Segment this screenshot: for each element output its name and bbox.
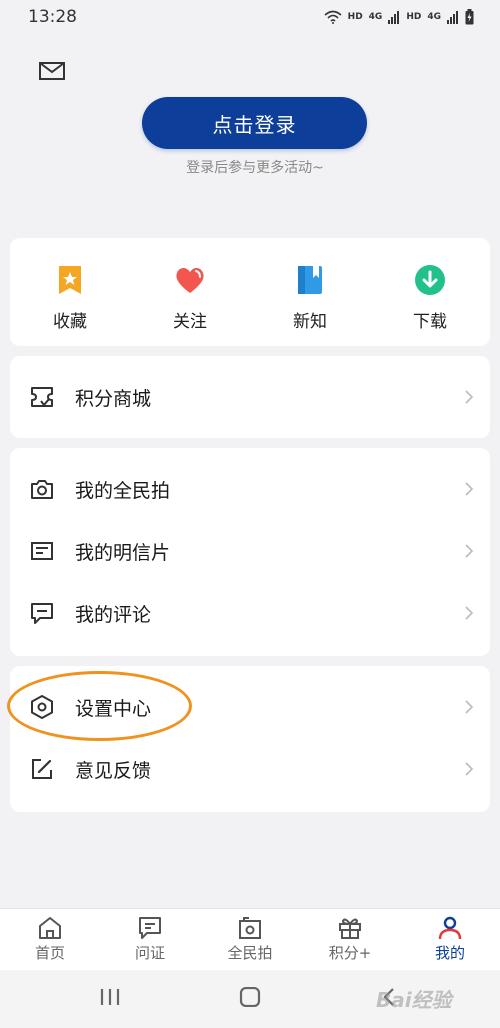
points-mall-icon <box>31 387 53 407</box>
menu-item-settings[interactable]: 设置中心 <box>10 676 490 738</box>
status-icons: HD 4G HD 4G <box>324 9 474 25</box>
quick-item-label: 下载 <box>413 312 447 332</box>
bottom-tab-bar: 首页 问证 全民拍 积分+ 我的 <box>0 908 500 970</box>
network-badge-2: 4G <box>427 12 441 22</box>
favorite-star-icon <box>59 266 81 294</box>
hd-badge-2: HD <box>406 12 422 22</box>
settings-hexagon-icon <box>31 695 53 719</box>
heart-icon <box>176 267 204 293</box>
camera-icon <box>31 480 53 499</box>
battery-icon <box>465 9 474 25</box>
menu-item-feedback[interactable]: 意见反馈 <box>10 738 490 800</box>
quick-item-label: 关注 <box>173 312 207 332</box>
tab-points[interactable]: 积分+ <box>300 909 400 970</box>
chevron-right-icon <box>465 606 474 620</box>
mail-icon[interactable] <box>38 60 66 82</box>
download-icon <box>415 265 445 295</box>
menu-item-points-mall[interactable]: 积分商城 <box>10 366 490 428</box>
comment-icon <box>31 603 53 624</box>
tab-label: 我的 <box>434 944 465 962</box>
menu-item-label: 意见反馈 <box>75 759 152 782</box>
menu-item-my-photos[interactable]: 我的全民拍 <box>10 458 490 520</box>
tab-label: 问证 <box>134 944 165 962</box>
network-badge-1: 4G <box>368 12 383 22</box>
chevron-right-icon <box>465 482 474 496</box>
quick-item-follow[interactable]: 关注 <box>130 238 250 346</box>
chat-flag-icon <box>139 917 161 939</box>
quick-item-label: 收藏 <box>53 312 87 332</box>
tab-home[interactable]: 首页 <box>0 909 100 970</box>
tab-citizen-photo[interactable]: 全民拍 <box>200 909 300 970</box>
settings-card: 设置中心 意见反馈 <box>10 666 490 812</box>
chevron-right-icon <box>465 700 474 714</box>
menu-item-label: 我的明信片 <box>75 541 171 564</box>
signal-icon <box>388 11 400 24</box>
recent-apps-icon[interactable] <box>99 987 121 1007</box>
my-content-card: 我的全民拍 我的明信片 我的评论 <box>10 448 490 656</box>
quick-item-new-knowledge[interactable]: 新知 <box>250 238 370 346</box>
hd-badge-1: HD <box>347 12 363 22</box>
menu-item-label: 设置中心 <box>75 697 152 720</box>
feedback-edit-icon <box>32 759 52 779</box>
chevron-right-icon <box>465 544 474 558</box>
signal-icon <box>447 11 458 24</box>
login-hint: 登录后参与更多活动~ <box>186 160 324 176</box>
book-icon <box>298 266 322 294</box>
tab-ask[interactable]: 问证 <box>100 909 200 970</box>
menu-item-label: 积分商城 <box>75 387 152 410</box>
quick-actions-card: 收藏 关注 新知 下载 <box>10 238 490 346</box>
profile-icon <box>438 916 462 940</box>
mall-card: 积分商城 <box>10 356 490 438</box>
home-button-icon[interactable] <box>239 987 261 1007</box>
quick-item-label: 新知 <box>293 312 327 332</box>
tab-mine[interactable]: 我的 <box>400 909 500 970</box>
chevron-right-icon <box>465 390 474 404</box>
tab-label: 首页 <box>34 944 65 962</box>
status-time: 13:28 <box>28 7 77 27</box>
menu-item-label: 我的全民拍 <box>75 479 171 502</box>
wifi-icon <box>324 10 342 24</box>
watermark: Bai经验 <box>376 988 452 1012</box>
menu-item-my-postcards[interactable]: 我的明信片 <box>10 520 490 582</box>
photo-icon <box>239 917 261 939</box>
quick-item-download[interactable]: 下载 <box>370 238 490 346</box>
home-icon <box>39 917 61 939</box>
tab-label: 积分+ <box>328 944 372 962</box>
menu-item-my-comments[interactable]: 我的评论 <box>10 582 490 644</box>
status-bar: 13:28 HD 4G HD 4G <box>0 0 500 34</box>
chevron-right-icon <box>465 762 474 776</box>
quick-item-favorites[interactable]: 收藏 <box>10 238 130 346</box>
tab-label: 全民拍 <box>227 944 273 962</box>
gift-icon <box>339 918 361 939</box>
menu-item-label: 我的评论 <box>75 603 152 626</box>
login-button[interactable]: 点击登录 <box>142 97 367 149</box>
postcard-icon <box>31 542 53 560</box>
